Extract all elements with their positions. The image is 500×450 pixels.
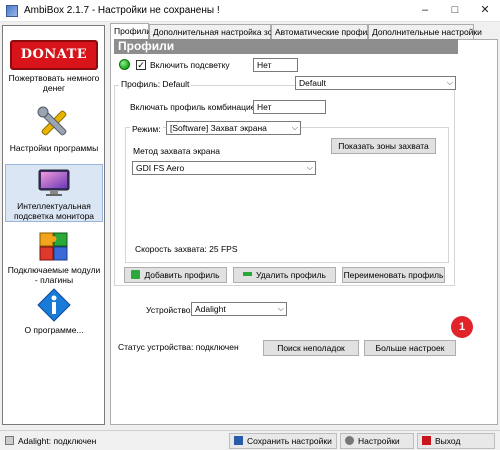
- sidebar-item-label: Подключаемые модули - плагины: [7, 265, 101, 285]
- sidebar-item-monitor-backlight[interactable]: Интеллектуальная подсветка монитора: [5, 164, 103, 222]
- enable-backlight-hotkey-field[interactable]: Нет: [253, 58, 298, 72]
- delete-profile-label: Удалить профиль: [255, 270, 326, 280]
- plus-icon: [131, 270, 141, 279]
- mode-label: Режим:: [130, 124, 163, 134]
- capture-method-value: GDI FS Aero: [136, 163, 185, 173]
- device-label: Устройство:: [146, 305, 193, 315]
- combo-hotkey-field[interactable]: Нет: [253, 100, 326, 114]
- sidebar-item-label: Интеллектуальная подсветка монитора: [13, 201, 95, 221]
- status-led-icon: [119, 59, 130, 70]
- title-bar: AmbiBox 2.1.7 - Настройки не сохранены !…: [0, 0, 500, 22]
- info-icon: [37, 288, 71, 322]
- add-profile-button[interactable]: Добавить профиль: [124, 267, 227, 283]
- mode-select[interactable]: [Software] Захват экрана ⌵: [166, 121, 301, 135]
- sidebar-item-program-settings[interactable]: Настройки программы: [5, 106, 103, 153]
- tab-zone-settings[interactable]: Дополнительная настройка зон: [149, 24, 277, 39]
- close-icon[interactable]: ✕: [470, 0, 500, 22]
- sidebar-item-about[interactable]: О программе...: [5, 288, 103, 335]
- gear-icon: [345, 436, 354, 445]
- sidebar: DONATE NOW Пожертвовать немного денег На…: [2, 25, 105, 425]
- tab-auto-profiles[interactable]: Автоматические профили: [271, 24, 377, 39]
- rename-profile-button[interactable]: Переименовать профиль: [342, 267, 445, 283]
- chevron-down-icon: ⌵: [277, 304, 284, 313]
- maximize-icon[interactable]: □: [440, 0, 470, 22]
- device-select-value: Adalight: [195, 304, 226, 314]
- minus-icon: [242, 272, 252, 276]
- sidebar-item-donate[interactable]: DONATE NOW Пожертвовать немного денег: [5, 40, 103, 93]
- save-icon: [234, 436, 243, 445]
- troubleshoot-button[interactable]: Поиск неполадок: [263, 340, 359, 356]
- donate-logo: DONATE NOW: [10, 40, 98, 88]
- settings-button[interactable]: Настройки: [340, 433, 414, 449]
- sidebar-item-label: О программе...: [24, 325, 84, 335]
- sidebar-item-label: Настройки программы: [9, 143, 99, 153]
- save-settings-button[interactable]: Сохранить настройки: [229, 433, 337, 449]
- capture-speed-text: Скорость захвата: 25 FPS: [135, 244, 238, 254]
- sidebar-item-plugins[interactable]: Подключаемые модули - плагины: [5, 230, 103, 285]
- monitor-icon: [38, 169, 70, 196]
- delete-profile-button[interactable]: Удалить профиль: [233, 267, 336, 283]
- enable-backlight-checkbox[interactable]: ✓: [136, 60, 146, 70]
- app-icon: [6, 5, 18, 17]
- status-bar: Adalight: подключен Сохранить настройки …: [0, 430, 500, 450]
- device-icon: [5, 436, 14, 445]
- device-select[interactable]: Adalight ⌵: [191, 302, 287, 316]
- exit-label: Выход: [435, 436, 461, 446]
- chevron-down-icon: ⌵: [291, 123, 298, 132]
- chevron-down-icon: ⌵: [306, 163, 313, 172]
- minimize-icon[interactable]: –: [410, 0, 440, 22]
- enable-backlight-label: Включить подсветку: [150, 60, 230, 70]
- status-bar-text: Adalight: подключен: [18, 436, 97, 446]
- show-zones-button[interactable]: Показать зоны захвата: [331, 138, 436, 154]
- exit-button[interactable]: Выход: [417, 433, 495, 449]
- puzzle-icon: [39, 232, 68, 261]
- profile-select-value: Default: [299, 78, 326, 88]
- window-title: AmbiBox 2.1.7 - Настройки не сохранены !: [24, 5, 220, 16]
- save-settings-label: Сохранить настройки: [247, 436, 332, 446]
- settings-label: Настройки: [358, 436, 400, 446]
- page-title: Профили: [114, 39, 458, 54]
- capture-method-label: Метод захвата экрана: [133, 146, 220, 156]
- profile-label: Профиль: Default: [119, 79, 192, 89]
- profile-select[interactable]: Default ⌵: [295, 76, 456, 90]
- mode-select-value: [Software] Захват экрана: [170, 123, 267, 133]
- sidebar-item-label: Пожертвовать немного денег: [8, 73, 100, 93]
- tab-extra-settings[interactable]: Дополнительные настройки: [368, 24, 482, 39]
- notification-badge: 1: [451, 316, 473, 338]
- tab-profiles[interactable]: Профили: [110, 23, 151, 40]
- more-settings-button[interactable]: Больше настроек: [364, 340, 456, 356]
- device-status-text: Статус устройства: подключен: [118, 342, 239, 352]
- add-profile-label: Добавить профиль: [144, 270, 220, 280]
- capture-method-select[interactable]: GDI FS Aero ⌵: [132, 161, 316, 175]
- chevron-down-icon: ⌵: [446, 78, 453, 87]
- combo-label: Включать профиль комбинацией:: [130, 102, 263, 112]
- exit-icon: [422, 436, 431, 445]
- tools-icon: [37, 106, 67, 136]
